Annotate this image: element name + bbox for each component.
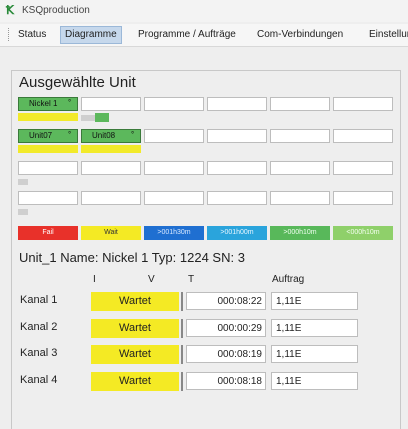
channel-status: Wartet	[91, 345, 179, 364]
menu-com-verbindungen[interactable]: Com-Verbindungen	[253, 27, 347, 43]
unit-cell-empty[interactable]	[270, 191, 330, 205]
unit-channel-bar	[18, 179, 28, 185]
menu-status[interactable]: Status	[14, 27, 50, 43]
app-logo-icon: Ꝁ	[6, 3, 14, 17]
unit-channel-bar	[81, 145, 141, 153]
units-panel-title: Ausgewählte Unit	[19, 74, 136, 91]
channel-label: Kanal 2	[20, 321, 58, 333]
channel-order-field[interactable]: 1,11E	[271, 345, 358, 363]
channel-status: Wartet	[91, 372, 179, 391]
unit-cell-empty[interactable]	[207, 191, 267, 205]
legend-over-1h00m: >001h00m	[207, 226, 267, 240]
unit-cell-empty[interactable]	[207, 161, 267, 175]
legend-under-0h10m: <000h10m	[333, 226, 393, 240]
channel-status: Wartet	[91, 319, 179, 338]
menu-bar: Status Diagramme Programme / Aufträge Co…	[0, 24, 408, 47]
unit-cell-unit08[interactable]: Unit08 °	[81, 129, 141, 143]
menu-diagramme[interactable]: Diagramme	[60, 26, 122, 44]
unit-channel-bar	[18, 113, 78, 121]
unit-cell-empty[interactable]	[333, 191, 393, 205]
unit-cell-empty[interactable]	[270, 97, 330, 111]
unit-channel-bar	[18, 209, 28, 215]
column-header-v: V	[148, 274, 155, 285]
unit-channel-bar	[95, 113, 109, 122]
legend-fail: Fail	[18, 226, 78, 240]
unit-cell-unit07[interactable]: Unit07 °	[18, 129, 78, 143]
unit-cell-empty[interactable]	[144, 191, 204, 205]
unit-cell-empty[interactable]	[270, 129, 330, 143]
unit-status-dot-icon: °	[68, 98, 72, 107]
unit-cell-empty[interactable]	[333, 129, 393, 143]
channel-label: Kanal 3	[20, 347, 58, 359]
unit-cell-empty[interactable]	[207, 129, 267, 143]
unit-cell-empty[interactable]	[144, 97, 204, 111]
unit-cell-empty[interactable]	[81, 97, 141, 111]
column-header-t: T	[188, 274, 195, 285]
title-bar: Ꝁ KSQproduction	[0, 0, 408, 22]
unit-cell-empty[interactable]	[207, 97, 267, 111]
unit-cell-nickel-1[interactable]: Nickel 1 °	[18, 97, 78, 111]
channel-time-field: 000:00:29	[186, 319, 266, 337]
unit-cell-empty[interactable]	[18, 161, 78, 175]
channel-divider	[181, 292, 183, 311]
channel-time-field: 000:08:19	[186, 345, 266, 363]
unit-channel-bar	[18, 145, 78, 153]
unit-status-dot-icon: °	[131, 130, 135, 139]
menu-programme-auftraege[interactable]: Programme / Aufträge	[134, 27, 240, 43]
channel-divider	[181, 372, 183, 391]
unit-cell-empty[interactable]	[81, 191, 141, 205]
unit-status-dot-icon: °	[68, 130, 72, 139]
unit-cell-label: Unit08	[92, 131, 116, 140]
column-header-i: I	[93, 274, 96, 285]
window-title: KSQproduction	[22, 5, 90, 16]
menu-einstellungen[interactable]: Einstellun	[365, 27, 408, 43]
unit-cell-label: Unit07	[29, 131, 53, 140]
unit-grid: Nickel 1 ° Unit07 ° Unit08 °	[18, 97, 394, 219]
channel-label: Kanal 1	[20, 294, 58, 306]
unit-cell-empty[interactable]	[18, 191, 78, 205]
legend-over-0h10m: >000h10m	[270, 226, 330, 240]
unit-detail-header: Unit_1 Name: Nickel 1 Typ: 1224 SN: 3	[19, 250, 245, 265]
channel-order-field[interactable]: 1,11E	[271, 319, 358, 337]
unit-cell-empty[interactable]	[81, 161, 141, 175]
menu-grip-icon	[8, 28, 11, 41]
unit-cell-empty[interactable]	[333, 161, 393, 175]
unit-channel-bar	[81, 115, 95, 121]
channel-time-field: 000:08:18	[186, 372, 266, 390]
unit-cell-empty[interactable]	[144, 161, 204, 175]
channel-label: Kanal 4	[20, 374, 58, 386]
channel-order-field[interactable]: 1,11E	[271, 372, 358, 390]
channel-time-field: 000:08:22	[186, 292, 266, 310]
channel-divider	[181, 319, 183, 338]
unit-cell-empty[interactable]	[333, 97, 393, 111]
unit-cell-empty[interactable]	[144, 129, 204, 143]
channel-order-field[interactable]: 1,11E	[271, 292, 358, 310]
column-header-auftrag: Auftrag	[272, 274, 305, 285]
channel-status: Wartet	[91, 292, 179, 311]
legend-wait: Wait	[81, 226, 141, 240]
legend-over-1h30m: >001h30m	[144, 226, 204, 240]
unit-cell-label: Nickel 1	[29, 99, 58, 108]
unit-cell-empty[interactable]	[270, 161, 330, 175]
channel-divider	[181, 345, 183, 364]
